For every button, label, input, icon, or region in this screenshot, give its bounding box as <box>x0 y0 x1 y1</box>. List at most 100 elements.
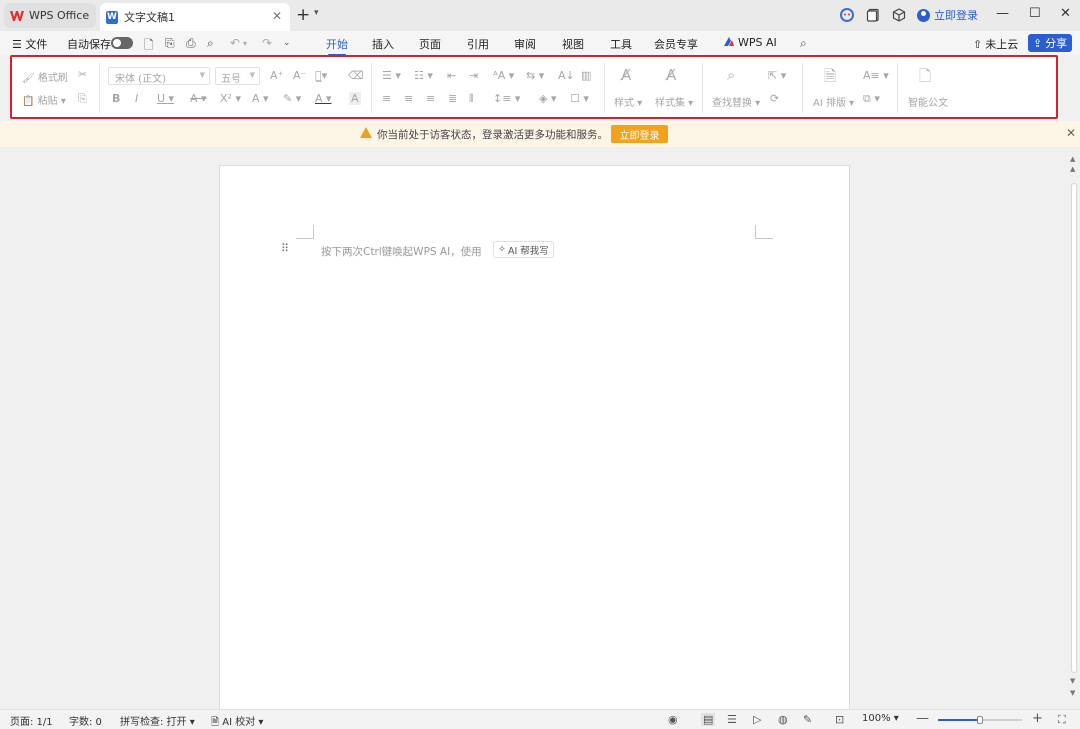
format-painter-button[interactable]: 🖌 格式刷 <box>22 69 68 84</box>
font-size-select[interactable]: 五号 ▼ <box>215 67 260 85</box>
word-count[interactable]: 字数: 0 <box>69 713 102 728</box>
zoom-slider[interactable] <box>938 716 1022 724</box>
tab-home[interactable]: 开始 <box>326 36 348 56</box>
login-button[interactable]: 立即登录 <box>611 125 668 143</box>
page-view-icon[interactable]: ▤ <box>701 713 716 726</box>
clear-format-icon[interactable]: ⌫ <box>348 69 364 82</box>
maximize-icon[interactable]: ☐ <box>1029 6 1041 21</box>
ai-proofread-button[interactable]: 🗎 AI 校对 ▾ <box>211 713 263 729</box>
save-icon[interactable]: 🗋 <box>144 36 154 57</box>
convert-icon[interactable]: ⧉ ▾ <box>863 92 880 106</box>
bullet-list-icon[interactable]: ☰ ▾ <box>382 69 401 82</box>
web-view-icon[interactable]: ◍ <box>778 713 788 726</box>
cloud-status-button[interactable]: ⇧ 未上云 <box>973 36 1018 52</box>
highlight-icon[interactable]: ✎ ▾ <box>283 92 301 105</box>
scroll-up-icon[interactable]: ▲ <box>1070 155 1075 163</box>
document-page[interactable]: ⠿ 按下两次Ctrl键唤起WPS AI，使用 ✧ AI 帮我写 <box>219 165 850 725</box>
sort-icon[interactable]: A↓ <box>558 69 575 82</box>
align-center-icon[interactable]: ≡ <box>404 92 413 105</box>
tab-view[interactable]: 视图 <box>562 36 584 52</box>
login-link[interactable]: 立即登录 <box>917 7 978 23</box>
vertical-scrollbar[interactable]: ▲ ▲ ▼ ▼ <box>1068 147 1080 709</box>
zoom-select[interactable]: 100% ▾ <box>862 713 899 724</box>
numbered-list-icon[interactable]: ☷ ▾ <box>414 69 433 82</box>
fit-page-icon[interactable]: ⊡ <box>835 713 844 726</box>
line-spacing-icon[interactable]: ↕≡ ▾ <box>493 92 520 105</box>
zoom-out-icon[interactable]: — <box>916 711 929 726</box>
replace-icon[interactable]: ⟳ <box>770 92 779 105</box>
window-mode-icon[interactable] <box>866 8 880 22</box>
text-direction-icon[interactable]: ⇆ ▾ <box>526 69 544 82</box>
distribute-icon[interactable]: ⫴ <box>469 92 474 106</box>
pen-icon[interactable]: ✎ <box>803 713 812 726</box>
undo-icon[interactable]: ↶ <box>230 36 240 50</box>
scroll-down-icon[interactable]: ▼ <box>1070 689 1075 697</box>
minimize-icon[interactable]: — <box>996 6 1009 21</box>
show-marks-icon[interactable]: ▥ <box>581 69 591 82</box>
outline-view-icon[interactable]: ☰ <box>727 713 737 726</box>
scroll-down-icon[interactable]: ▼ <box>1070 677 1075 685</box>
share-button[interactable]: ⇪ 分享 <box>1028 34 1072 52</box>
export-icon[interactable]: ⎘ <box>165 36 175 51</box>
tab-page[interactable]: 页面 <box>419 36 441 52</box>
tab-tools[interactable]: 工具 <box>610 36 632 52</box>
border-icon[interactable]: ☐ ▾ <box>570 92 589 105</box>
chevron-down-icon[interactable]: ▾ <box>243 39 247 48</box>
justify-icon[interactable]: ≣ <box>448 92 457 105</box>
more-icon[interactable]: ⌄ <box>283 38 291 48</box>
scroll-thumb[interactable] <box>1071 183 1077 673</box>
tab-wps-ai[interactable]: WPS AI <box>723 36 777 49</box>
page-count[interactable]: 页面: 1/1 <box>10 713 53 728</box>
select-icon[interactable]: ⇱ ▾ <box>768 69 786 82</box>
new-tab-icon[interactable]: + <box>296 5 310 25</box>
tab-member[interactable]: 会员专享 <box>654 36 698 52</box>
smart-doc-button[interactable]: 智能公文 <box>908 94 948 109</box>
print-preview-icon[interactable]: ⌕ <box>207 36 214 51</box>
style-button[interactable]: 样式 ▾ <box>614 94 642 109</box>
increase-indent-icon[interactable]: ⇥ <box>469 69 478 82</box>
copy-icon[interactable]: ⎘ <box>78 92 87 106</box>
ai-write-button[interactable]: ✧ AI 帮我写 <box>493 241 554 258</box>
change-case-icon[interactable]: ᴬA ▾ <box>493 69 514 82</box>
autosave-toggle[interactable] <box>111 37 133 49</box>
ai-layout-button[interactable]: AI 排版 ▾ <box>813 94 854 109</box>
decrease-indent-icon[interactable]: ⇤ <box>447 69 456 82</box>
text-effect-icon[interactable]: A ▾ <box>252 92 269 105</box>
cut-icon[interactable]: ✂ <box>78 68 87 81</box>
zoom-slider-thumb[interactable] <box>977 716 983 724</box>
play-icon[interactable]: ▷ <box>753 713 761 726</box>
tab-review[interactable]: 审阅 <box>514 36 536 52</box>
find-replace-button[interactable]: 查找替换 ▾ <box>712 94 760 109</box>
bold-icon[interactable]: B <box>112 92 120 105</box>
print-icon[interactable]: ⎙ <box>186 36 196 51</box>
underline-icon[interactable]: U ▾ <box>157 92 174 105</box>
redo-icon[interactable]: ↷ <box>262 36 272 50</box>
search-icon[interactable]: ⌕ <box>800 36 807 51</box>
char-shading-icon[interactable]: A <box>349 92 361 105</box>
style-set-button[interactable]: 样式集 ▾ <box>655 94 693 109</box>
grow-font-icon[interactable]: A⁺ <box>270 69 283 82</box>
close-icon[interactable]: ✕ <box>272 9 282 23</box>
chevron-down-icon[interactable]: ▾ <box>314 8 319 18</box>
tab-wps-office[interactable]: WPS Office <box>4 3 96 28</box>
scroll-up-icon[interactable]: ▲ <box>1070 165 1075 173</box>
typesetting-icon[interactable]: A≡ ▾ <box>863 69 889 82</box>
align-right-icon[interactable]: ≡ <box>426 92 435 105</box>
ai-assistant-icon[interactable] <box>840 8 854 22</box>
shading-icon[interactable]: ◈ ▾ <box>539 92 556 105</box>
spell-check-button[interactable]: 拼写检查: 打开 ▾ <box>120 713 195 728</box>
tab-document[interactable]: W 文字文稿1 ✕ <box>100 3 290 31</box>
close-window-icon[interactable]: ✕ <box>1060 6 1071 21</box>
file-menu[interactable]: ☰ 文件 <box>12 36 47 52</box>
phonetic-guide-icon[interactable]: 文̲▾ <box>315 69 327 82</box>
zoom-in-icon[interactable]: + <box>1032 711 1043 726</box>
font-name-select[interactable]: 宋体 (正文) ▼ <box>108 67 210 85</box>
drag-handle-icon[interactable]: ⠿ <box>281 242 289 255</box>
font-color-icon[interactable]: A ▾ <box>315 92 332 105</box>
cube-icon[interactable] <box>892 8 906 22</box>
tab-references[interactable]: 引用 <box>467 36 489 52</box>
paste-button[interactable]: 📋 粘贴 ▾ <box>22 92 66 107</box>
fullscreen-icon[interactable]: ⛶ <box>1058 713 1066 727</box>
tab-insert[interactable]: 插入 <box>372 36 394 52</box>
align-left-icon[interactable]: ≡ <box>382 92 391 105</box>
